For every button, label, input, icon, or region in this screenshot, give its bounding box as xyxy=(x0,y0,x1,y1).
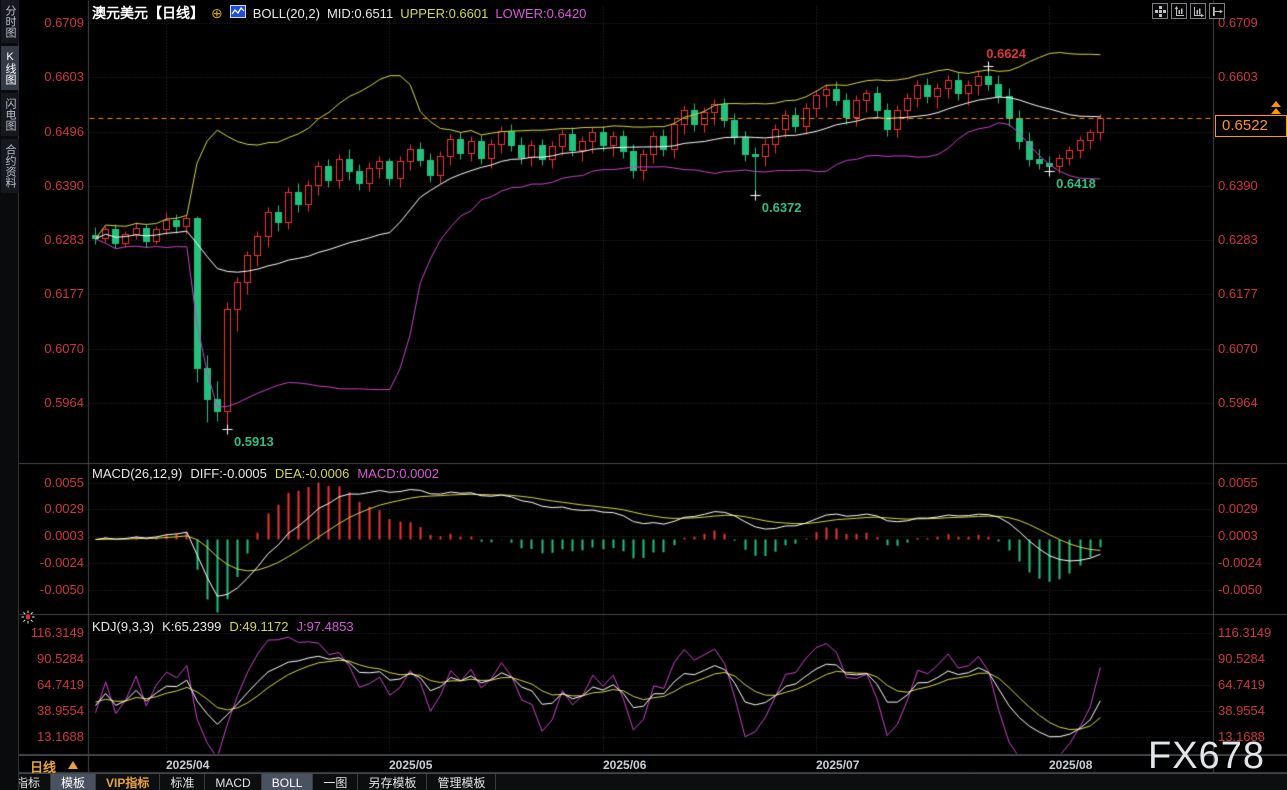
price-annotation: 0.6372 xyxy=(762,200,802,215)
sidebar-item-2[interactable]: 闪电图 xyxy=(1,93,19,136)
x-axis-month-label: 2025/06 xyxy=(603,758,646,772)
axis-tick-label: 0.5964 xyxy=(18,395,84,411)
scale-x-axis-icon[interactable] xyxy=(1190,3,1206,19)
x-axis-month-label: 2025/08 xyxy=(1049,758,1092,772)
bottom-tab-8[interactable]: 管理模板 xyxy=(427,774,496,790)
current-price-box: 0.6522 xyxy=(1215,115,1287,137)
macd-diff-value: DIFF:-0.0005 xyxy=(190,466,267,481)
axis-tick-label: 0.6390 xyxy=(18,178,84,194)
macd-dea-value: DEA:-0.0006 xyxy=(275,466,349,481)
axis-tick-label: 90.5284 xyxy=(1218,651,1286,667)
axis-tick-label: 0.0003 xyxy=(1218,528,1286,544)
kdj-j-value: J:97.4853 xyxy=(296,619,353,634)
axis-tick-label: 0.0029 xyxy=(18,501,84,517)
bottom-tab-1[interactable]: 模板 xyxy=(51,774,96,790)
axis-tick-label: 0.6177 xyxy=(1218,286,1286,302)
axis-tick-label: 64.7419 xyxy=(18,677,84,693)
axis-tick-label: 0.0055 xyxy=(18,475,84,491)
axis-tick-label: 0.6283 xyxy=(1218,232,1286,248)
axis-tick-label: -0.0050 xyxy=(18,582,84,598)
price-annotation: 0.6624 xyxy=(986,46,1026,61)
price-annotation: 0.5913 xyxy=(234,434,274,449)
pan-right-icon[interactable] xyxy=(1209,3,1225,19)
axis-tick-label: 0.6390 xyxy=(1218,178,1286,194)
kdj-d-value: D:49.1172 xyxy=(229,619,288,634)
axis-tick-label: 0.0029 xyxy=(1218,501,1286,517)
sidebar-item-1[interactable]: K线图 xyxy=(1,46,19,90)
axis-tick-label: 64.7419 xyxy=(1218,677,1286,693)
bottom-tab-7[interactable]: 另存模板 xyxy=(358,774,427,790)
boll-upper-value: UPPER:0.6601 xyxy=(400,6,488,21)
axis-tick-label: 0.5964 xyxy=(1218,395,1286,411)
macd-macd-value: MACD:0.0002 xyxy=(357,466,439,481)
price-annotation: 0.6418 xyxy=(1056,176,1096,191)
axis-tick-label: 38.9554 xyxy=(1218,703,1286,719)
bottom-tab-2[interactable]: VIP指标 xyxy=(96,774,160,790)
add-indicator-icon[interactable]: ⊕ xyxy=(211,5,223,22)
price-up-arrow-icon xyxy=(1271,108,1281,114)
bottom-tab-3[interactable]: 标准 xyxy=(160,774,205,790)
axis-tick-label: 13.1688 xyxy=(18,729,84,745)
macd-panel-header: MACD(26,12,9) DIFF:-0.0005 DEA:-0.0006 M… xyxy=(92,466,439,481)
bottom-tab-4[interactable]: MACD xyxy=(205,774,261,790)
axis-tick-label: 0.6177 xyxy=(18,286,84,302)
axis-tick-label: 0.6603 xyxy=(18,69,84,85)
chart-style-icon[interactable] xyxy=(230,5,246,21)
axis-tick-label: -0.0050 xyxy=(1218,582,1286,598)
axis-tick-label: 116.3149 xyxy=(1218,625,1286,641)
chart-toolbar xyxy=(1152,3,1225,19)
axis-tick-label: 0.6070 xyxy=(18,341,84,357)
axis-tick-label: 13.1688 xyxy=(1218,729,1286,745)
period-row: 日线 2025/042025/052025/062025/072025/08 xyxy=(0,755,1287,773)
sidebar-item-3[interactable]: 合约资料 xyxy=(1,139,19,193)
sidebar-item-0[interactable]: 分时图 xyxy=(1,0,19,43)
axis-tick-label: 0.0003 xyxy=(18,528,84,544)
bottom-tab-5[interactable]: BOLL xyxy=(262,774,314,790)
chart-canvas[interactable] xyxy=(0,0,1287,790)
bottom-tab-6[interactable]: 一图 xyxy=(313,774,358,790)
boll-label: BOLL(20,2) xyxy=(253,6,320,21)
axis-tick-label: -0.0024 xyxy=(1218,555,1286,571)
main-chart-header: 澳元美元【日线】 ⊕ BOLL(20,2) MID:0.6511 UPPER:0… xyxy=(92,4,586,22)
kdj-name: KDJ(9,3,3) xyxy=(92,619,154,634)
axis-tick-label: 90.5284 xyxy=(18,651,84,667)
boll-lower-value: LOWER:0.6420 xyxy=(495,6,586,21)
x-axis-month-label: 2025/05 xyxy=(389,758,432,772)
crosshair-icon[interactable] xyxy=(1152,3,1168,19)
caret-up-icon[interactable] xyxy=(68,761,78,769)
scale-y-axis-icon[interactable] xyxy=(1171,3,1187,19)
price-up-arrow-icon xyxy=(1271,101,1281,107)
kdj-k-value: K:65.2399 xyxy=(162,619,221,634)
axis-tick-label: 0.0055 xyxy=(1218,475,1286,491)
chart-type-sidebar: 分时图 K线图闪电图合约资料 xyxy=(0,0,19,790)
x-axis-month-label: 2025/04 xyxy=(166,758,209,772)
symbol-title: 澳元美元【日线】 xyxy=(92,3,204,23)
trading-app: 分时图 K线图闪电图合约资料 澳元美元【日线】 ⊕ BOLL(20,2) MID:… xyxy=(0,0,1287,790)
axis-tick-label: 0.6709 xyxy=(18,15,84,31)
kdj-panel-header: KDJ(9,3,3) K:65.2399 D:49.1172 J:97.4853 xyxy=(92,619,354,634)
axis-tick-label: 0.6709 xyxy=(1218,15,1286,31)
axis-tick-label: 0.6603 xyxy=(1218,69,1286,85)
axis-tick-label: 38.9554 xyxy=(18,703,84,719)
macd-name: MACD(26,12,9) xyxy=(92,466,182,481)
boll-mid-value: MID:0.6511 xyxy=(327,6,393,21)
bottom-toolbar: 指标模板VIP指标标准MACDBOLL一图另存模板管理模板 xyxy=(0,773,1287,790)
axis-tick-label: 0.6070 xyxy=(1218,341,1286,357)
x-axis-month-label: 2025/07 xyxy=(816,758,859,772)
starburst-icon[interactable] xyxy=(21,610,35,629)
axis-tick-label: -0.0024 xyxy=(18,555,84,571)
axis-tick-label: 0.6496 xyxy=(18,124,84,140)
axis-tick-label: 0.6283 xyxy=(18,232,84,248)
